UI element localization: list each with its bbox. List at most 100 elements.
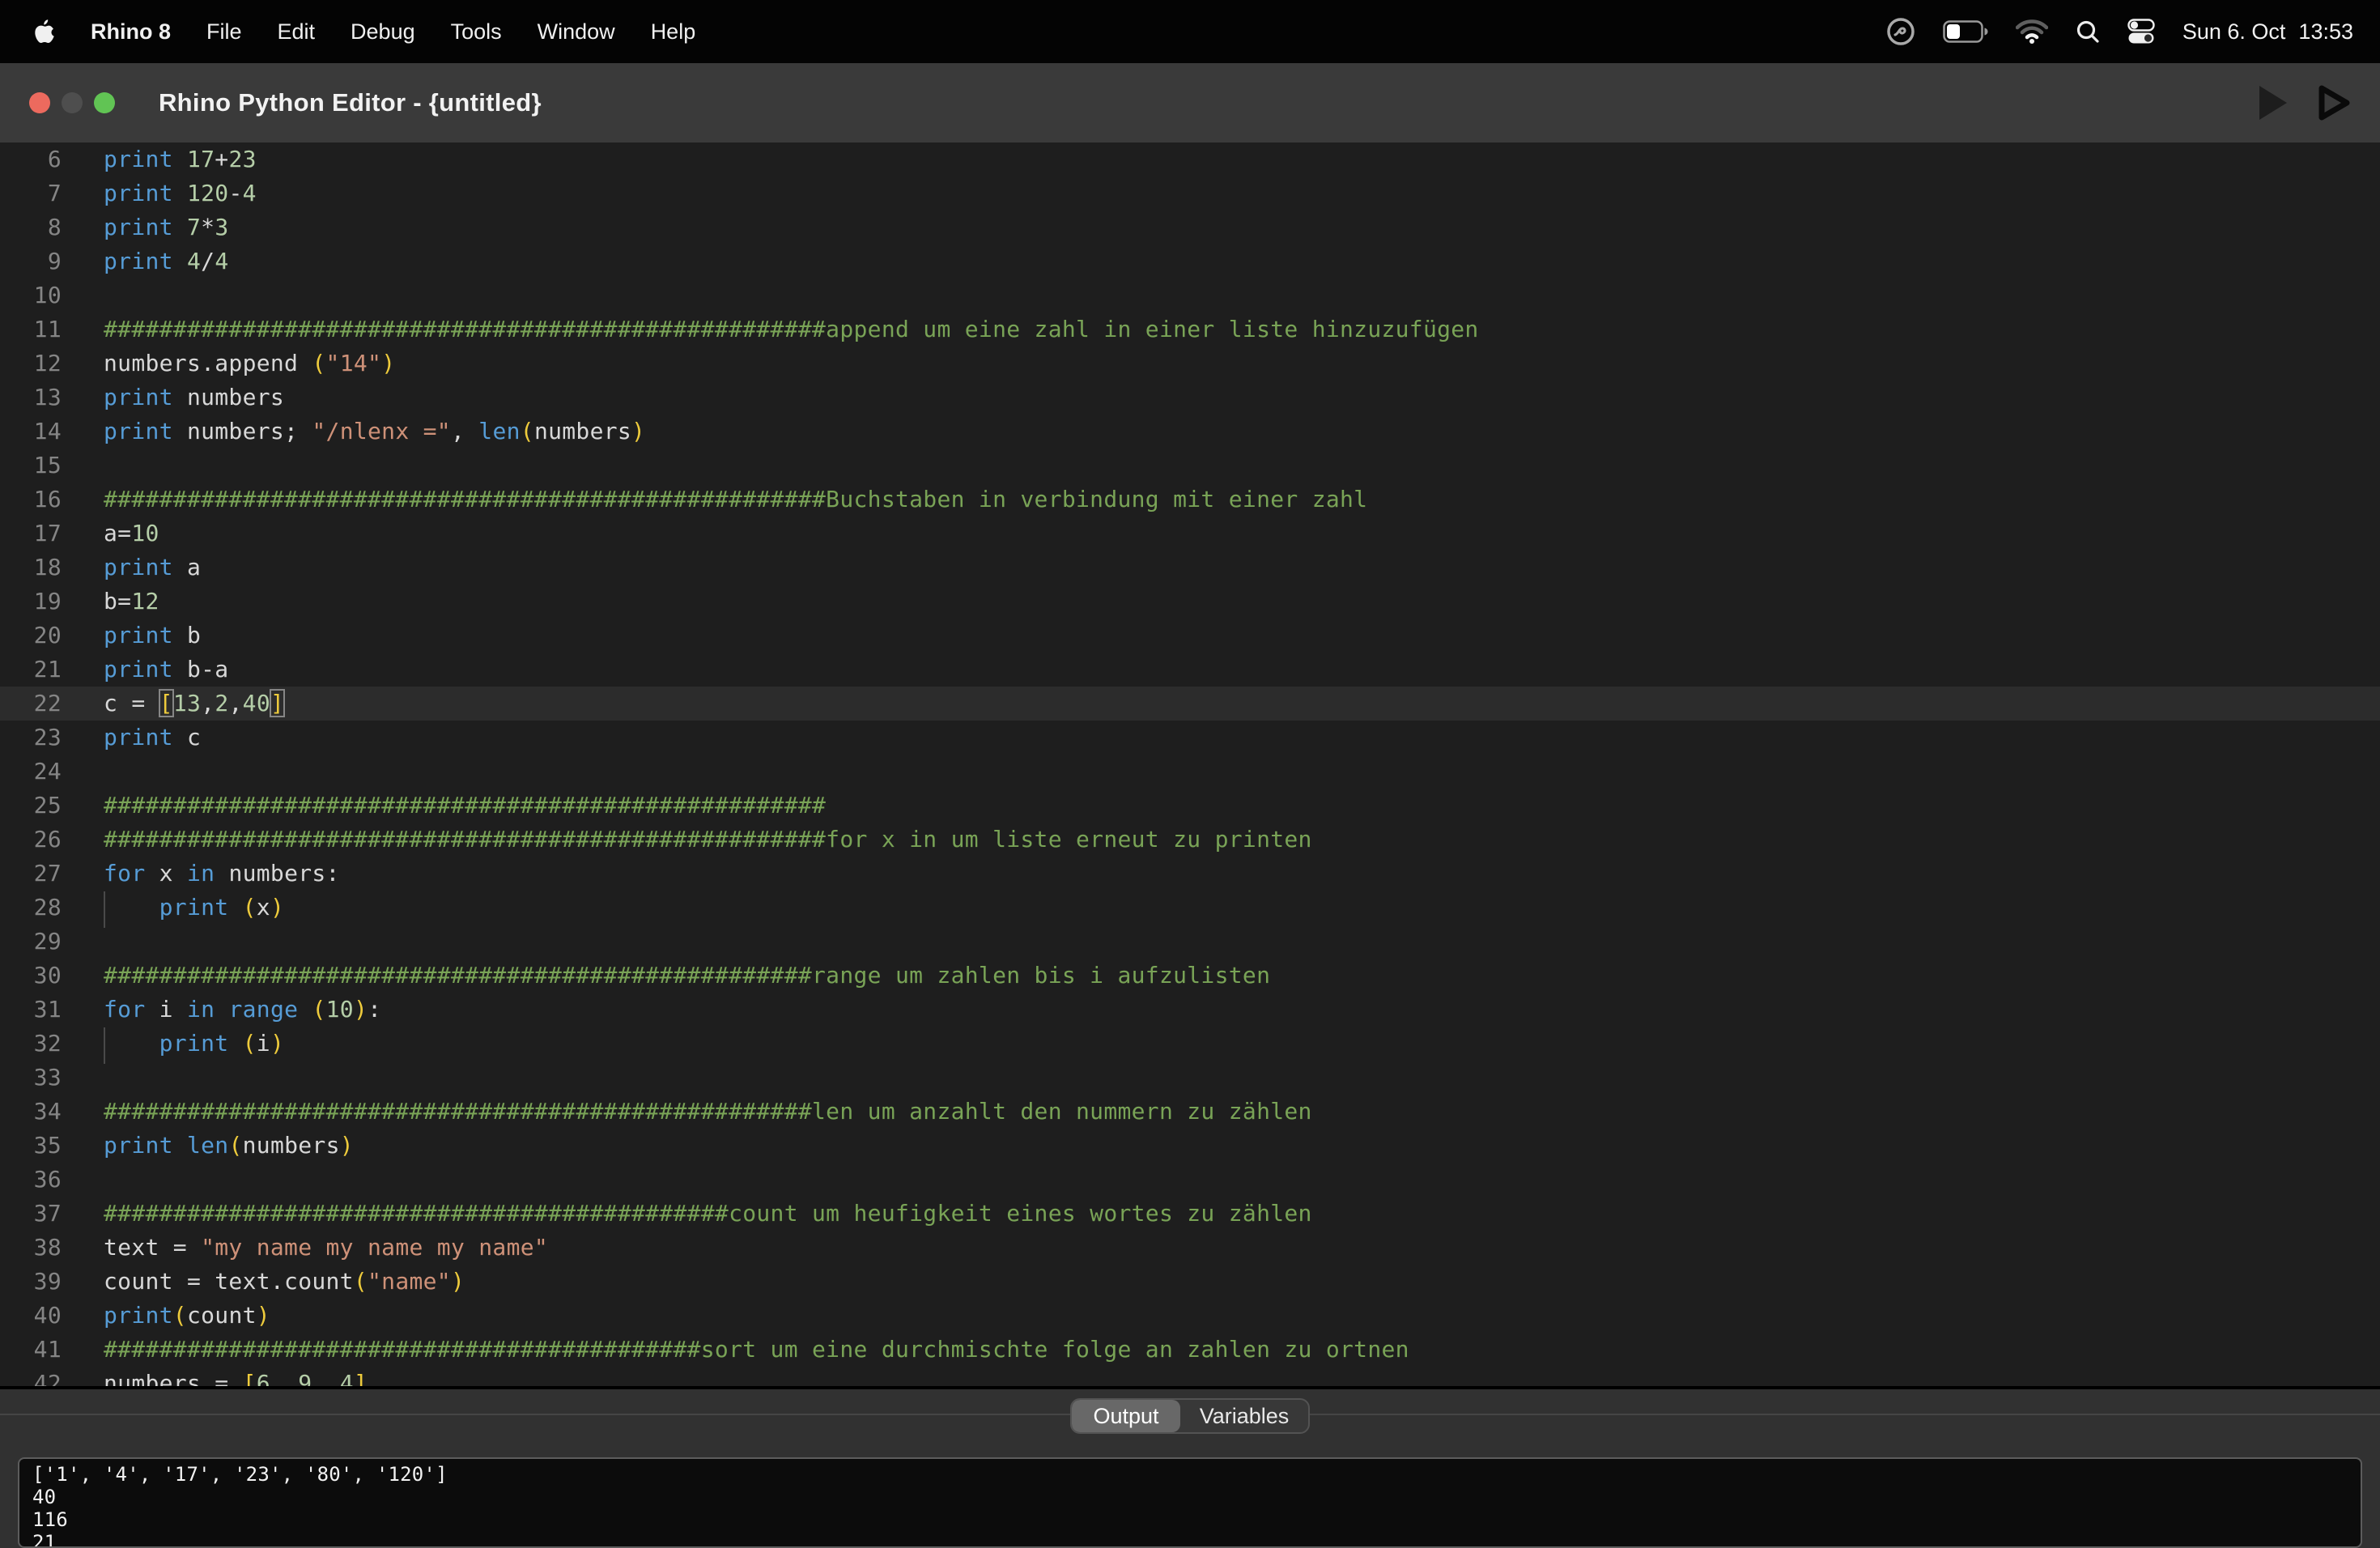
code-line-10: 10 (0, 279, 2380, 313)
menu-item-edit[interactable]: Edit (278, 19, 316, 45)
code-text: print numbers (104, 381, 284, 415)
tab-variables[interactable]: Variables (1180, 1400, 1308, 1432)
code-line-20: 20print b (0, 619, 2380, 653)
line-number: 31 (0, 993, 62, 1027)
line-number: 23 (0, 721, 62, 755)
output-console[interactable]: ['1', '4', '17', '23', '80', '120']40116… (18, 1457, 2362, 1548)
code-text: ########################################… (104, 313, 1479, 347)
line-number: 33 (0, 1061, 62, 1095)
line-number: 6 (0, 142, 62, 176)
line-number: 18 (0, 551, 62, 585)
output-line: 21 (32, 1531, 2348, 1548)
code-text: print(count) (104, 1299, 270, 1333)
code-line-33: 33 (0, 1061, 2380, 1095)
code-text: c = [13,2,40] (104, 687, 284, 721)
code-line-21: 21 print b-a (0, 653, 2380, 687)
code-text: text = "my name my name my name" (104, 1231, 548, 1265)
code-line-14: 14print numbers; "/nlenx =", len(numbers… (0, 415, 2380, 449)
line-number: 10 (0, 279, 62, 313)
code-text: print (i) (104, 1027, 284, 1061)
menu-bar: Rhino 8 File Edit Debug Tools Window Help (0, 0, 2380, 63)
code-text: ########################################… (104, 823, 1312, 857)
menu-time: 13:53 (2298, 19, 2353, 45)
code-line-24: 24 (0, 755, 2380, 789)
menu-item-window[interactable]: Window (538, 19, 615, 45)
code-text: numbers = [6, 9, 4] (104, 1367, 368, 1386)
menu-item-help[interactable]: Help (651, 19, 696, 45)
code-line-22: 22c = [13,2,40] (0, 687, 2380, 721)
line-number: 40 (0, 1299, 62, 1333)
output-line: 116 (32, 1508, 2348, 1531)
line-number: 27 (0, 857, 62, 891)
creative-cloud-icon[interactable] (1886, 17, 1915, 46)
line-number: 13 (0, 381, 62, 415)
apple-menu-icon[interactable] (34, 19, 55, 45)
close-button[interactable] (29, 92, 50, 113)
code-line-35: 35 print len(numbers) (0, 1129, 2380, 1163)
line-number: 37 (0, 1197, 62, 1231)
search-icon[interactable] (2076, 19, 2100, 44)
code-text: print 4/4 (104, 245, 228, 279)
code-text: for x in numbers: (104, 857, 340, 891)
code-editor[interactable]: 6print 17+237print 120-48print 7*39print… (0, 142, 2380, 1386)
line-number: 39 (0, 1265, 62, 1299)
battery-icon[interactable] (1943, 20, 1988, 43)
line-number: 7 (0, 176, 62, 211)
code-text: ########################################… (104, 1197, 1312, 1231)
line-number: 24 (0, 755, 62, 789)
code-text: print 120-4 (104, 176, 257, 211)
code-text: count = text.count("name") (104, 1265, 465, 1299)
menu-item-debug[interactable]: Debug (351, 19, 415, 45)
code-line-18: 18print a (0, 551, 2380, 585)
code-line-38: 38text = "my name my name my name" (0, 1231, 2380, 1265)
bottom-panel: Output Variables ['1', '4', '17', '23', … (0, 1386, 2380, 1548)
code-line-25: 25######################################… (0, 789, 2380, 823)
line-number: 35 (0, 1129, 62, 1163)
code-line-30: 30 ######################################… (0, 959, 2380, 993)
line-number: 30 (0, 959, 62, 993)
code-text: print b-a (104, 653, 228, 687)
code-line-28: 28 print (x) (0, 891, 2380, 925)
wifi-icon[interactable] (2016, 19, 2048, 44)
code-line-6: 6 print 17+23 (0, 142, 2380, 176)
code-text: print len(numbers) (104, 1129, 354, 1163)
line-number: 19 (0, 585, 62, 619)
line-number: 41 (0, 1333, 62, 1367)
menu-item-tools[interactable]: Tools (451, 19, 502, 45)
zoom-button[interactable] (94, 92, 115, 113)
tab-output[interactable]: Output (1072, 1400, 1180, 1432)
code-text: for i in range (10): (104, 993, 381, 1027)
code-text: a=10 (104, 517, 159, 551)
code-line-8: 8print 7*3 (0, 211, 2380, 245)
run-outline-icon[interactable] (2318, 83, 2352, 122)
code-line-11: 11 ######################################… (0, 313, 2380, 347)
menu-item-app-name[interactable]: Rhino 8 (91, 19, 171, 45)
line-number: 25 (0, 789, 62, 823)
line-number: 28 (0, 891, 62, 925)
line-number: 11 (0, 313, 62, 347)
menu-item-file[interactable]: File (206, 19, 242, 45)
line-number: 42 (0, 1367, 62, 1386)
line-number: 21 (0, 653, 62, 687)
line-number: 26 (0, 823, 62, 857)
code-line-41: 41######################################… (0, 1333, 2380, 1367)
control-center-icon[interactable] (2127, 19, 2155, 45)
code-line-15: 15 (0, 449, 2380, 483)
window-title: Rhino Python Editor - {untitled} (159, 88, 542, 117)
menu-date: Sun 6. Oct (2182, 19, 2286, 45)
code-text: print numbers; "/nlenx =", len(numbers) (104, 415, 645, 449)
code-line-26: 26 ######################################… (0, 823, 2380, 857)
run-filled-icon[interactable] (2258, 84, 2289, 121)
line-number: 17 (0, 517, 62, 551)
minimize-button[interactable] (62, 92, 83, 113)
code-text: ########################################… (104, 959, 1270, 993)
output-line: 40 (32, 1486, 2348, 1508)
code-text: print 17+23 (104, 142, 257, 176)
menu-clock[interactable]: Sun 6. Oct 13:53 (2182, 19, 2353, 45)
line-number: 36 (0, 1163, 62, 1197)
line-number: 12 (0, 347, 62, 381)
line-number: 29 (0, 925, 62, 959)
code-line-29: 29 (0, 925, 2380, 959)
code-text: numbers.append ("14") (104, 347, 395, 381)
code-text: ########################################… (104, 483, 1367, 517)
